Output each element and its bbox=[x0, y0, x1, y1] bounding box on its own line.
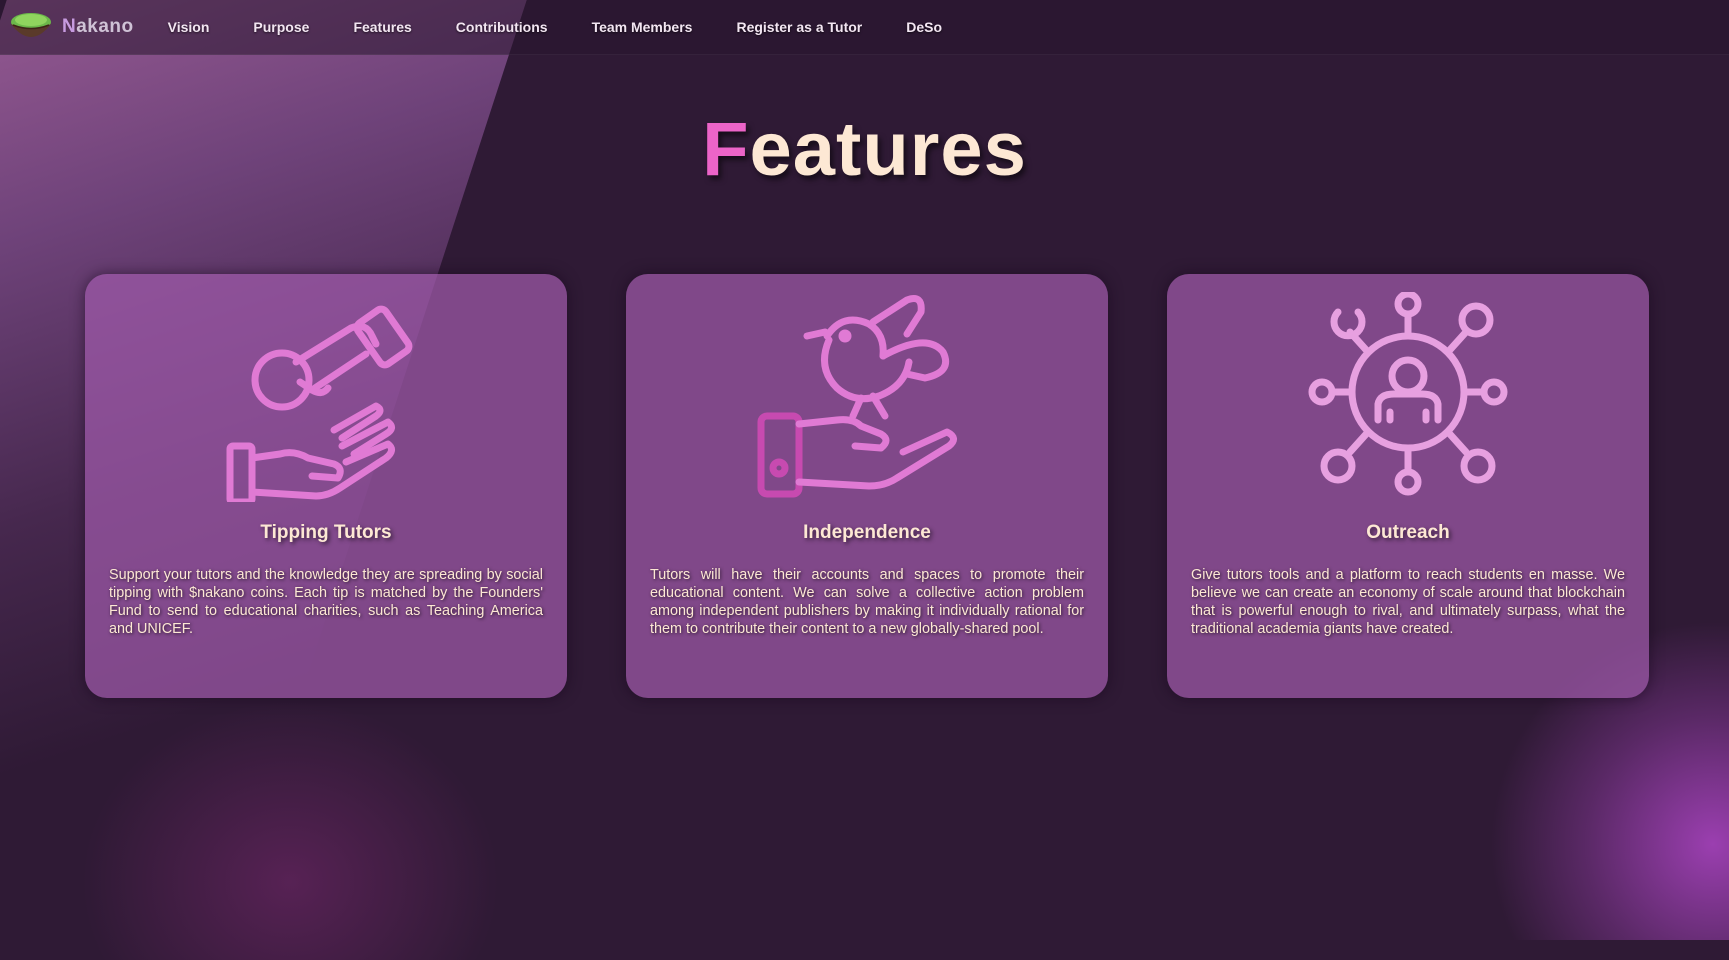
background-glow-bottom-left bbox=[80, 700, 500, 960]
bowl-logo-icon bbox=[11, 13, 51, 37]
nav-link-register-tutor[interactable]: Register as a Tutor bbox=[736, 19, 862, 35]
feature-card-tipping-tutors: Tipping Tutors Support your tutors and t… bbox=[85, 274, 567, 698]
feature-description: Tutors will have their accounts and spac… bbox=[650, 567, 1084, 637]
feature-description: Give tutors tools and a platform to reac… bbox=[1191, 567, 1625, 637]
feature-title: Outreach bbox=[1366, 522, 1450, 543]
nav-link-team-members[interactable]: Team Members bbox=[592, 19, 693, 35]
page-title-rest: eatures bbox=[749, 107, 1027, 192]
page-title-accent-letter: F bbox=[702, 107, 750, 192]
feature-cards: Tipping Tutors Support your tutors and t… bbox=[85, 274, 1649, 698]
top-navbar: Nakano Vision Purpose Features Contribut… bbox=[0, 0, 1729, 55]
nav-link-contributions[interactable]: Contributions bbox=[456, 19, 548, 35]
nav-links: Vision Purpose Features Contributions Te… bbox=[168, 19, 986, 35]
brand-name: Nakano bbox=[62, 16, 134, 37]
hand-bird-icon bbox=[757, 295, 957, 498]
feature-title: Tipping Tutors bbox=[260, 522, 392, 543]
feature-card-independence: Independence Tutors will have their acco… bbox=[626, 274, 1108, 698]
nav-link-deso[interactable]: DeSo bbox=[906, 19, 942, 35]
brand-logo[interactable]: Nakano bbox=[8, 8, 134, 46]
hand-coin-tip-icon bbox=[226, 305, 413, 502]
feature-title: Independence bbox=[803, 522, 931, 543]
page-title: Features bbox=[0, 106, 1729, 193]
nav-link-vision[interactable]: Vision bbox=[168, 19, 210, 35]
nav-link-purpose[interactable]: Purpose bbox=[253, 19, 309, 35]
nav-link-features[interactable]: Features bbox=[353, 19, 411, 35]
user-network-icon bbox=[1308, 292, 1508, 496]
feature-description: Support your tutors and the knowledge th… bbox=[109, 567, 543, 637]
feature-card-outreach: Outreach Give tutors tools and a platfor… bbox=[1167, 274, 1649, 698]
